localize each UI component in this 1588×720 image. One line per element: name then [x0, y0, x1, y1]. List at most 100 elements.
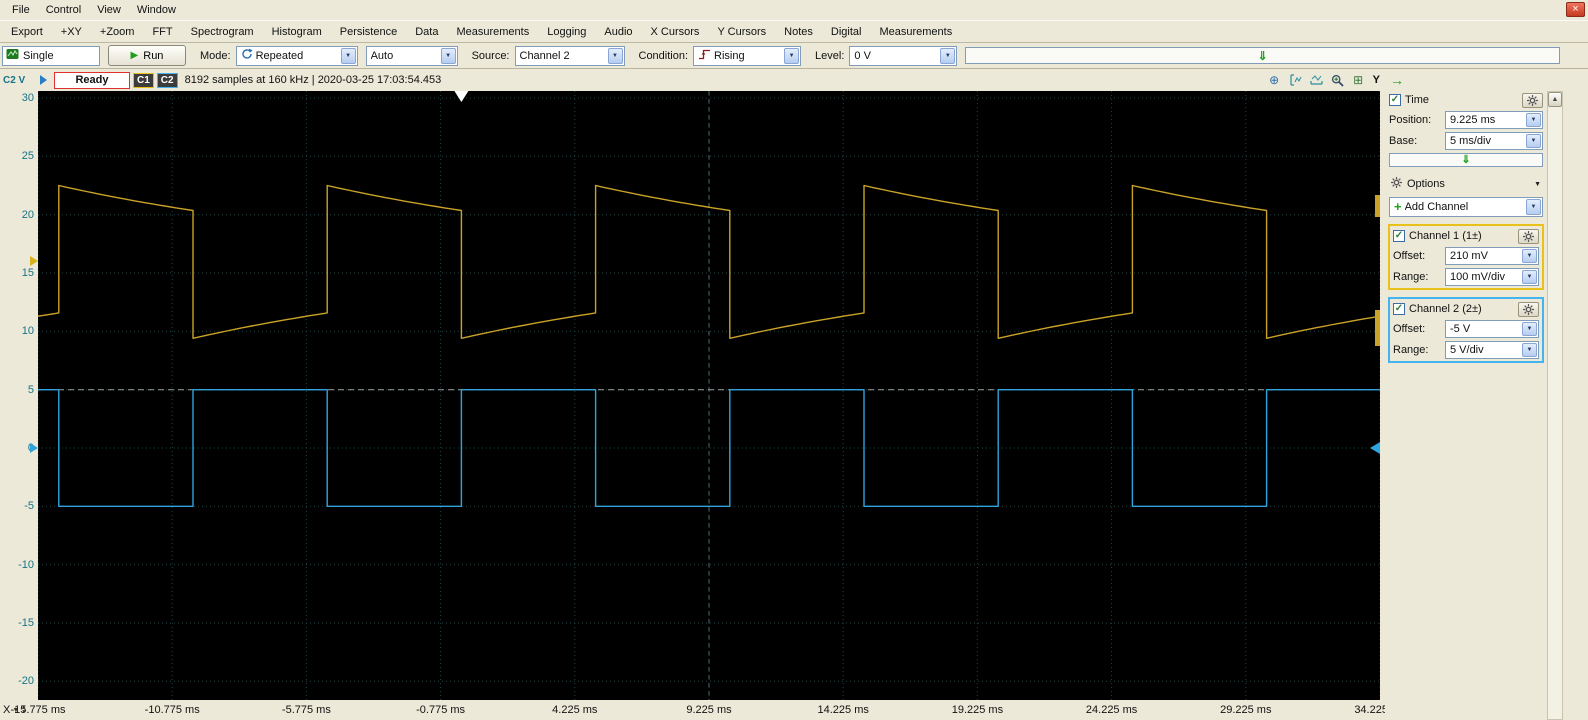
chevron-down-icon: ▼ [1526, 199, 1541, 215]
close-button[interactable]: × [1566, 2, 1585, 17]
channel2-offset-marker[interactable] [30, 443, 38, 453]
channel1-offset-marker[interactable] [30, 256, 38, 267]
fit-vertical-icon[interactable] [1287, 72, 1304, 88]
zoom-in-icon[interactable] [1329, 72, 1346, 88]
scope-menu-spectrogram[interactable]: Spectrogram [182, 23, 263, 41]
scope-menu-notes[interactable]: Notes [775, 23, 822, 41]
time-position-select[interactable]: 9.225 ms ▼ [1445, 110, 1543, 129]
y-axis: 30 25 20 15 10 5 0 -5 -10 -15 -20 [0, 91, 38, 700]
options-row[interactable]: Options ▼ [1385, 175, 1547, 193]
level-value: 0 V [854, 49, 871, 62]
channel1-checkbox[interactable]: ✓ [1393, 230, 1405, 242]
panel-collapse-arrow-icon[interactable]: → [1390, 72, 1404, 88]
scope-content: C2 V Ready C1 C2 8192 samples at 160 kHz… [0, 69, 1588, 720]
status-arrow-icon [40, 75, 47, 85]
scope-menu--xy[interactable]: +XY [52, 23, 91, 41]
panel-top: → [1385, 69, 1547, 91]
time-checkbox[interactable]: ✓ [1389, 94, 1401, 106]
channel2-checkbox[interactable]: ✓ [1393, 303, 1405, 315]
channel2-range-value: 5 V/div [1450, 343, 1484, 356]
scope-menu-export[interactable]: Export [2, 23, 52, 41]
chevron-down-icon: ▼ [1522, 321, 1537, 336]
fit-horizontal-icon[interactable] [1308, 72, 1325, 88]
y-tick-label: -20 [18, 675, 34, 688]
channel1-range-row: Range: 100 mV/div ▼ [1391, 266, 1541, 287]
scroll-up-button[interactable]: ▲ [1548, 92, 1562, 107]
x-tick-label: -0.775 ms [416, 704, 466, 716]
scope-menu-persistence[interactable]: Persistence [331, 23, 406, 41]
layout-grid-icon[interactable]: ⊞ [1350, 72, 1367, 88]
menu-file[interactable]: File [4, 2, 38, 18]
channel2-section: ✓ Channel 2 (2±) Offset: -5 V ▼ Range: 5… [1388, 297, 1544, 363]
menu-bar: File Control View Window [0, 0, 1588, 20]
waveform-plot[interactable] [38, 91, 1380, 700]
time-position-drag-strip[interactable]: ⇓ [1389, 153, 1543, 167]
channel1-offset-row: Offset: 210 mV ▼ [1391, 245, 1541, 266]
time-position-row: Position: 9.225 ms ▼ [1385, 109, 1547, 130]
channel2-offset-select[interactable]: -5 V ▼ [1445, 319, 1539, 338]
mode-select[interactable]: Repeated ▼ [235, 45, 358, 66]
mode-value: Repeated [255, 49, 304, 62]
plot-area: 30 25 20 15 10 5 0 -5 -10 -15 -20 [0, 91, 1385, 700]
add-channel-select[interactable]: + Add Channel ▼ [1389, 197, 1543, 217]
channel1-gear-button[interactable] [1518, 228, 1539, 244]
source-select[interactable]: Channel 2 ▼ [514, 45, 625, 66]
menu-control[interactable]: Control [38, 2, 89, 18]
scope-menu-y-cursors[interactable]: Y Cursors [708, 23, 775, 41]
single-button[interactable]: Single [2, 45, 100, 66]
scope-menu-digital[interactable]: Digital [822, 23, 871, 41]
channel1-badge[interactable]: C1 [133, 72, 154, 88]
menu-window[interactable]: Window [129, 2, 184, 18]
scope-menu-data[interactable]: Data [406, 23, 447, 41]
channel2-range-row: Range: 5 V/div ▼ [1391, 339, 1541, 360]
auto-value: Auto [370, 49, 394, 62]
run-button[interactable]: ▶ Run [108, 45, 186, 66]
x-tick-label: 4.225 ms [552, 704, 598, 716]
base-label: Base: [1389, 134, 1418, 147]
plus-icon: + [1394, 199, 1402, 214]
chevron-down-icon: ▼ [1526, 133, 1541, 148]
add-channel-label: Add Channel [1404, 201, 1469, 213]
time-base-row: Base: 5 ms/div ▼ [1385, 130, 1547, 151]
status-ready-indicator: Ready [54, 71, 130, 89]
y-tick-label: -10 [18, 558, 34, 571]
scope-menu-logging[interactable]: Logging [538, 23, 595, 41]
scope-menu-measurements[interactable]: Measurements [870, 23, 961, 41]
play-icon: ▶ [130, 50, 139, 61]
x-axis-selector-label: X [3, 704, 11, 716]
y-tick-label: 10 [21, 325, 34, 338]
time-section-title: Time [1405, 94, 1430, 106]
scope-menu-fft[interactable]: FFT [143, 23, 181, 41]
channel2-range-select[interactable]: 5 V/div ▼ [1445, 340, 1539, 359]
chevron-down-icon: ▼ [1534, 180, 1541, 188]
run-label: Run [143, 49, 164, 62]
scope-menu-measurements[interactable]: Measurements [447, 23, 538, 41]
channel1-offset-select[interactable]: 210 mV ▼ [1445, 246, 1539, 265]
zoom-region-icon[interactable]: ⊕ [1266, 72, 1283, 88]
scope-menu-histogram[interactable]: Histogram [263, 23, 331, 41]
scope-menu-audio[interactable]: Audio [595, 23, 641, 41]
options-gear-icon [1391, 177, 1402, 191]
options-label: Options [1407, 178, 1445, 190]
time-gear-button[interactable] [1522, 92, 1543, 108]
x-tick-label: 19.225 ms [951, 704, 1004, 716]
trigger-position-strip[interactable]: ⇓ [965, 47, 1560, 64]
rising-edge-icon [698, 49, 711, 63]
plot-toolbar-icons: ⊕ ⊞ Y [1266, 72, 1385, 88]
channel2-gear-button[interactable] [1518, 301, 1539, 317]
panel-scrollbar[interactable]: ▲ [1547, 91, 1563, 720]
channel2-offset-value: -5 V [1450, 322, 1471, 335]
condition-select[interactable]: Rising ▼ [693, 45, 802, 66]
y-axis-button[interactable]: Y [1373, 74, 1380, 86]
level-select[interactable]: 0 V ▼ [849, 45, 958, 66]
channel2-badge[interactable]: C2 [156, 72, 178, 88]
scope-menu--zoom[interactable]: +Zoom [91, 23, 144, 41]
menu-view[interactable]: View [89, 2, 129, 18]
channel2-header: ✓ Channel 2 (2±) [1391, 300, 1541, 318]
scope-menu-x-cursors[interactable]: X Cursors [642, 23, 709, 41]
channel1-range-select[interactable]: 100 mV/div ▼ [1445, 267, 1539, 286]
green-down-arrow-icon: ⇓ [1461, 154, 1471, 166]
chevron-down-icon: ▼ [440, 47, 456, 64]
auto-select[interactable]: Auto ▼ [365, 45, 458, 66]
time-base-select[interactable]: 5 ms/div ▼ [1445, 131, 1543, 150]
